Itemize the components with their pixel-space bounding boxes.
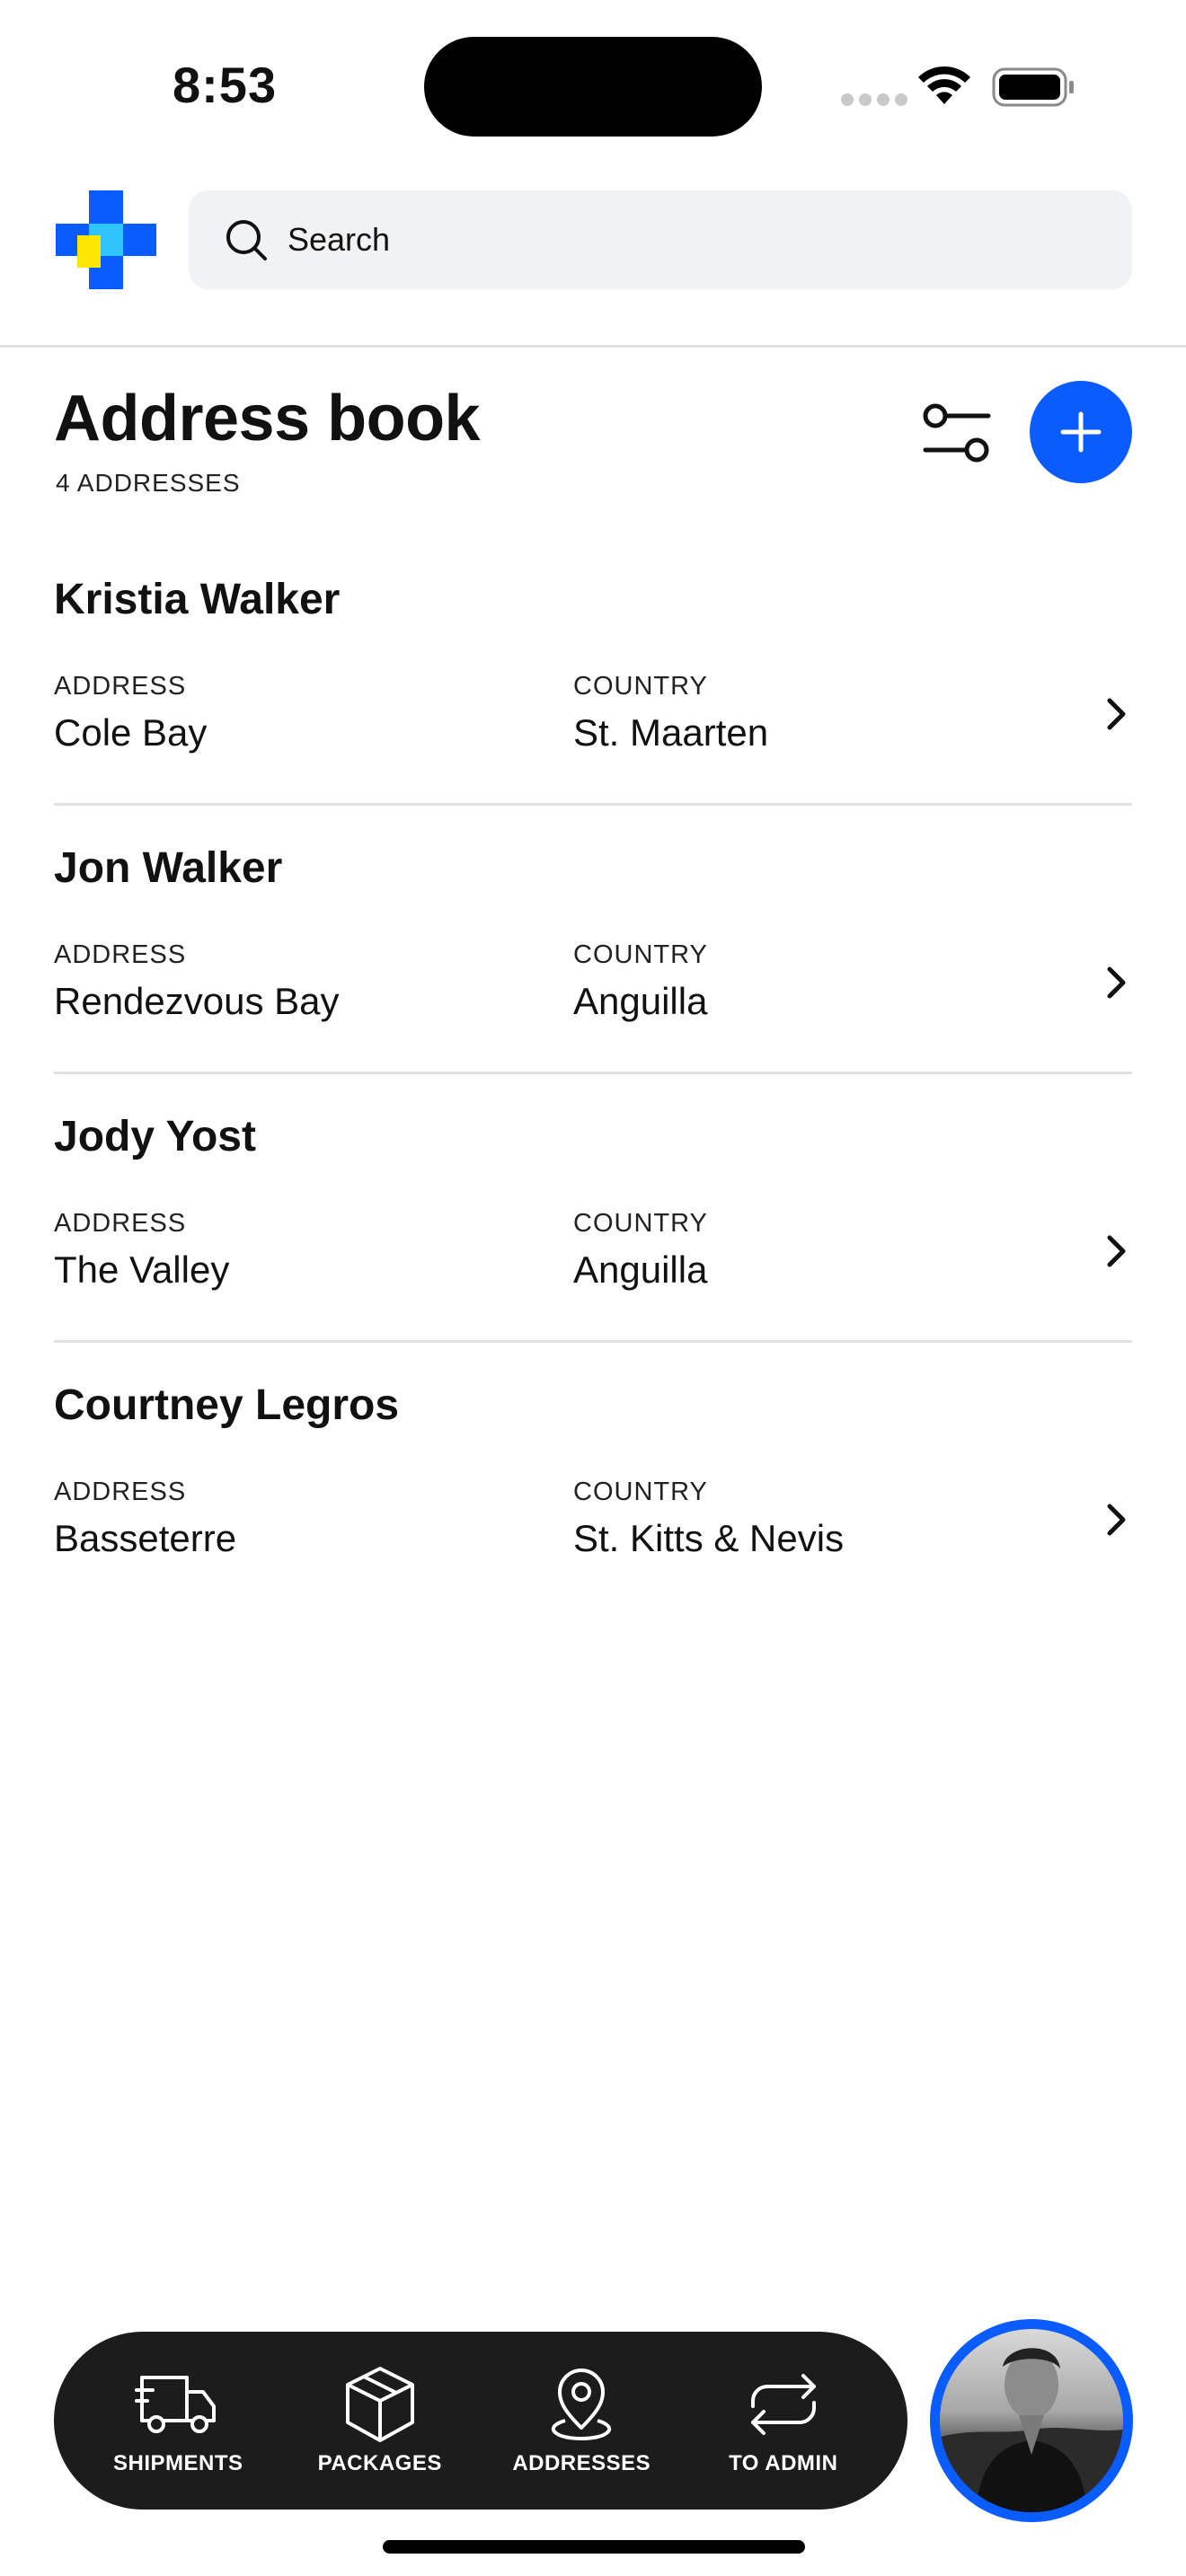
country-value: St. Maarten bbox=[573, 711, 769, 754]
person-silhouette-icon bbox=[940, 2348, 1123, 2512]
nav-label: TO ADMIN bbox=[729, 2451, 838, 2475]
truck-icon bbox=[135, 2376, 217, 2433]
nav-item-addresses[interactable]: ADDRESSES bbox=[491, 2365, 671, 2476]
header-divider bbox=[0, 345, 1186, 348]
nav-item-to-admin[interactable]: TO ADMIN bbox=[694, 2365, 873, 2476]
contact-name: Jon Walker bbox=[54, 844, 283, 892]
contact-name: Kristia Walker bbox=[54, 576, 341, 623]
contact-name: Jody Yost bbox=[54, 1113, 256, 1160]
chevron-right-icon bbox=[1107, 1235, 1126, 1267]
country-label: COUNTRY bbox=[573, 1478, 708, 1506]
address-item[interactable]: Jon Walker ADDRESS Rendezvous Bay COUNTR… bbox=[54, 806, 1132, 1074]
filter-button[interactable] bbox=[922, 401, 992, 465]
app-logo-icon bbox=[56, 190, 156, 289]
address-item[interactable]: Courtney Legros ADDRESS Basseterre COUNT… bbox=[54, 1343, 1132, 1611]
address-label: ADDRESS bbox=[54, 1478, 187, 1506]
battery-icon bbox=[992, 67, 1074, 107]
add-address-button[interactable] bbox=[1030, 381, 1132, 483]
package-icon bbox=[345, 2367, 414, 2442]
switch-arrows-icon bbox=[750, 2374, 816, 2435]
chevron-right-icon bbox=[1107, 698, 1126, 730]
nav-item-packages[interactable]: PACKAGES bbox=[290, 2365, 470, 2476]
address-book-screen: 8:53 Address book 4 ADDRESSES bbox=[0, 0, 1186, 2576]
country-value: Anguilla bbox=[573, 1248, 708, 1291]
chevron-right-icon bbox=[1107, 966, 1126, 999]
plus-icon bbox=[1060, 411, 1102, 453]
home-indicator bbox=[383, 2540, 805, 2554]
address-label: ADDRESS bbox=[54, 672, 187, 701]
status-time: 8:53 bbox=[173, 57, 278, 113]
cellular-signal-icon bbox=[841, 93, 913, 110]
nav-label: SHIPMENTS bbox=[112, 2451, 243, 2475]
country-label: COUNTRY bbox=[573, 672, 708, 701]
address-value: Cole Bay bbox=[54, 711, 208, 754]
sliders-icon bbox=[923, 403, 991, 463]
search-icon bbox=[226, 220, 267, 260]
contact-name: Courtney Legros bbox=[54, 1381, 400, 1429]
address-list: Kristia Walker ADDRESS Cole Bay COUNTRY … bbox=[54, 537, 1132, 1611]
address-label: ADDRESS bbox=[54, 940, 187, 969]
wifi-icon bbox=[918, 66, 970, 104]
country-label: COUNTRY bbox=[573, 940, 708, 969]
dynamic-island bbox=[424, 37, 762, 137]
bottom-nav: SHIPMENTS PACKAGES ADDRESSES TO ADMIN bbox=[54, 2332, 907, 2510]
chevron-right-icon bbox=[1107, 1504, 1126, 1536]
address-label: ADDRESS bbox=[54, 1209, 187, 1238]
country-value: Anguilla bbox=[573, 980, 708, 1022]
nav-item-shipments[interactable]: SHIPMENTS bbox=[88, 2365, 268, 2476]
nav-label: ADDRESSES bbox=[512, 2451, 651, 2475]
address-value: Rendezvous Bay bbox=[54, 980, 340, 1022]
address-item[interactable]: Jody Yost ADDRESS The Valley COUNTRY Ang… bbox=[54, 1074, 1132, 1343]
address-value: Basseterre bbox=[54, 1517, 237, 1559]
search-input[interactable] bbox=[288, 221, 1096, 259]
address-count: 4 ADDRESSES bbox=[56, 469, 241, 497]
country-value: St. Kitts & Nevis bbox=[573, 1517, 845, 1559]
address-value: The Valley bbox=[54, 1248, 230, 1291]
nav-label: PACKAGES bbox=[317, 2451, 442, 2475]
country-label: COUNTRY bbox=[573, 1209, 708, 1238]
profile-avatar[interactable] bbox=[930, 2319, 1133, 2522]
map-pin-icon bbox=[552, 2369, 612, 2440]
address-item[interactable]: Kristia Walker ADDRESS Cole Bay COUNTRY … bbox=[54, 537, 1132, 806]
page-title: Address book bbox=[54, 383, 481, 454]
search-bar[interactable] bbox=[189, 190, 1132, 289]
avatar-photo bbox=[940, 2329, 1123, 2512]
